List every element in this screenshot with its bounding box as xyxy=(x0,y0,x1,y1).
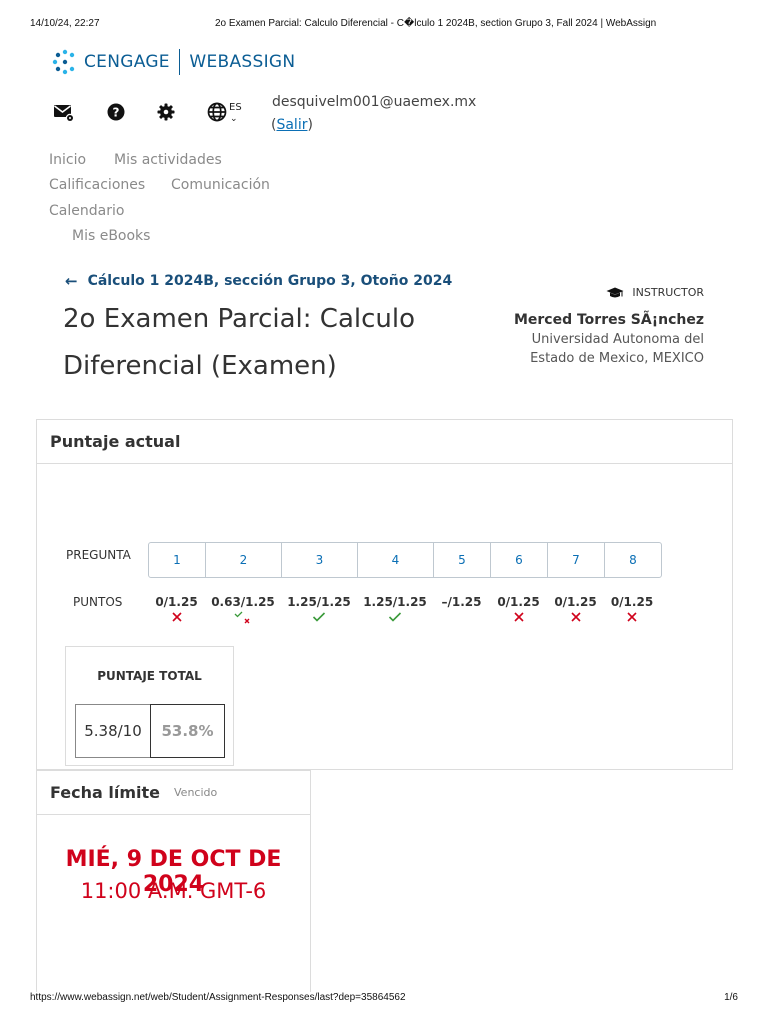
points-cell: 1.25/1.25 xyxy=(357,595,433,635)
due-date-title: Fecha límite xyxy=(50,783,160,802)
question-row-label: PREGUNTA xyxy=(66,548,131,562)
points-value: –/1.25 xyxy=(441,595,482,609)
due-time-value: 11:00 A.M. GMT-6 xyxy=(80,879,267,903)
logout-link[interactable]: Salir xyxy=(276,117,307,133)
points-row-label: PUNTOS xyxy=(73,595,123,609)
points-value: 0/1.25 xyxy=(497,595,540,609)
brand-divider xyxy=(178,49,181,75)
points-value: 0/1.25 xyxy=(554,595,597,609)
question-link[interactable]: 1 xyxy=(149,543,206,577)
print-url: https://www.webassign.net/web/Student/As… xyxy=(30,992,406,1003)
instructor-institution: Universidad Autonoma del Estado de Mexic… xyxy=(530,332,704,366)
chevron-down-icon[interactable]: ⌄ xyxy=(230,114,238,124)
course-breadcrumb[interactable]: ← Cálculo 1 2024B, sección Grupo 3, Otoñ… xyxy=(65,272,452,290)
points-value: 0/1.25 xyxy=(610,595,654,609)
correct-icon xyxy=(312,611,326,625)
incorrect-icon xyxy=(626,611,638,625)
globe-icon[interactable] xyxy=(205,100,229,124)
current-score-title: Puntaje actual xyxy=(50,432,181,451)
points-cell: –/1.25 xyxy=(433,595,490,635)
points-cell: 0/1.25 xyxy=(547,595,604,635)
graduation-cap-icon xyxy=(606,287,624,297)
incorrect-icon xyxy=(171,611,183,625)
points-value: 1.25/1.25 xyxy=(287,595,351,609)
points-cell: 1.25/1.25 xyxy=(281,595,357,635)
due-date-panel: Fecha límite Vencido MIÉ, 9 DE OCT DE 20… xyxy=(36,770,311,992)
points-value: 0.63/1.25 xyxy=(211,595,275,609)
nav-communication[interactable]: Comunicación xyxy=(171,177,270,193)
question-link[interactable]: 8 xyxy=(605,543,661,577)
total-score-label: PUNTAJE TOTAL xyxy=(97,669,202,683)
points-cell: 0/1.25 xyxy=(148,595,205,635)
nav-my-activities[interactable]: Mis actividades xyxy=(114,152,222,168)
user-email: desquivelm001@uaemex.mx xyxy=(272,94,477,110)
instructor-name: Merced Torres SÃ¡nchez xyxy=(513,312,704,328)
partial-credit-icon xyxy=(234,611,252,625)
question-link[interactable]: 4 xyxy=(358,543,434,577)
cengage-webassign-logo[interactable]: CENGAGE WEBASSIGN xyxy=(52,48,295,76)
language-code[interactable]: ES xyxy=(229,102,242,113)
points-value: 0/1.25 xyxy=(155,595,198,609)
brand-name-cengage: CENGAGE xyxy=(84,52,170,72)
current-score-panel: Puntaje actual PREGUNTA 1 2 3 4 5 6 7 8 … xyxy=(36,419,733,770)
nav-my-ebooks[interactable]: Mis eBooks xyxy=(72,228,150,244)
print-page-title: 2o Examen Parcial: Calculo Diferencial -… xyxy=(215,18,657,29)
nav-home[interactable]: Inicio xyxy=(49,152,86,168)
nav-grades[interactable]: Calificaciones xyxy=(49,177,145,193)
instructor-role-label: INSTRUCTOR xyxy=(632,286,704,299)
course-breadcrumb-label: Cálculo 1 2024B, sección Grupo 3, Otoño … xyxy=(87,273,453,289)
nav-calendar[interactable]: Calendario xyxy=(49,203,124,219)
incorrect-icon xyxy=(570,611,582,625)
total-score-box: PUNTAJE TOTAL 5.38/10 53.8% xyxy=(65,646,234,766)
correct-icon xyxy=(388,611,402,625)
logout-paren-close: ) xyxy=(307,117,313,133)
total-score-value: 5.38/10 xyxy=(75,704,151,758)
question-link[interactable]: 6 xyxy=(491,543,548,577)
gear-icon[interactable] xyxy=(154,100,178,124)
print-datetime: 14/10/24, 22:27 xyxy=(30,18,100,29)
current-score-header: Puntaje actual xyxy=(37,420,732,464)
question-link[interactable]: 2 xyxy=(206,543,282,577)
total-score-percent: 53.8% xyxy=(150,704,225,758)
question-link[interactable]: 3 xyxy=(282,543,358,577)
points-cell: 0.63/1.25 xyxy=(205,595,281,635)
instructor-card: INSTRUCTOR Merced Torres SÃ¡nchez Univer… xyxy=(494,286,704,368)
print-page-number: 1/6 xyxy=(724,992,738,1003)
due-status-badge: Vencido xyxy=(174,786,218,799)
page-title: 2o Examen Parcial: Calculo Diferencial (… xyxy=(63,304,416,381)
cengage-logo-icon xyxy=(52,49,75,75)
mail-settings-icon[interactable] xyxy=(52,100,76,124)
question-link[interactable]: 7 xyxy=(548,543,605,577)
back-arrow-icon: ← xyxy=(65,272,78,290)
help-icon[interactable]: ? xyxy=(104,100,128,124)
incorrect-icon xyxy=(513,611,525,625)
question-link[interactable]: 5 xyxy=(434,543,491,577)
logout-line: (Salir) xyxy=(271,117,313,133)
points-value: 1.25/1.25 xyxy=(363,595,427,609)
due-date-header: Fecha límite Vencido xyxy=(37,771,310,815)
svg-text:?: ? xyxy=(113,106,120,120)
points-cell: 0/1.25 xyxy=(490,595,547,635)
print-header: 14/10/24, 22:27 2o Examen Parcial: Calcu… xyxy=(30,18,738,32)
points-cell: 0/1.25 xyxy=(604,595,660,635)
question-nav: 1 2 3 4 5 6 7 8 xyxy=(148,542,662,578)
brand-name-webassign: WEBASSIGN xyxy=(189,52,296,72)
instructor-role: INSTRUCTOR xyxy=(494,286,704,299)
print-footer: https://www.webassign.net/web/Student/As… xyxy=(30,992,738,1006)
